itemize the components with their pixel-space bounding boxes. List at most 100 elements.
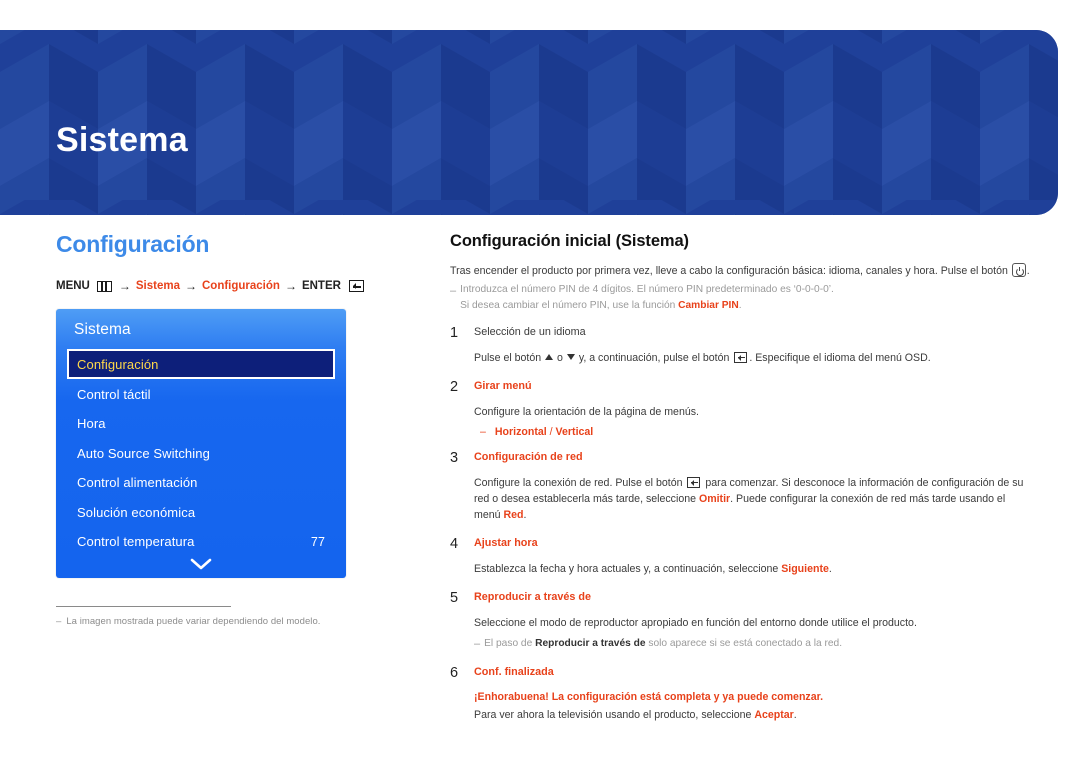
step-5: 5 Reproducir a través de Seleccione el m… [450, 590, 1030, 653]
menu-bars-icon [96, 280, 112, 292]
osd-item-label: Hora [77, 416, 106, 432]
step-number: 3 [450, 449, 459, 466]
step-2: 2 Girar menú Configure la orientación de… [450, 379, 1030, 438]
step3-bold-omitir: Omitir [698, 492, 731, 505]
step1-text-mid: o [554, 352, 566, 365]
osd-item-hora[interactable]: Hora [67, 409, 335, 439]
manual-page: Sistema Configuración MENU → Sistema → C… [0, 0, 1080, 763]
enter-key-icon [734, 352, 748, 363]
step4-text-a: Establezca la fecha y hora actuales y, a… [474, 562, 782, 575]
step3-bold-red: Red [503, 508, 524, 521]
step-number: 1 [450, 324, 459, 341]
step-heading: Reproducir a través de [474, 590, 592, 603]
osd-header: Sistema [74, 321, 131, 339]
step-4: 4 Ajustar hora Establezca la fecha y hor… [450, 536, 1030, 578]
footnote-divider [56, 606, 231, 608]
step-paragraph: Configure la conexión de red. Pulse el b… [474, 476, 1030, 524]
section-title: Configuración [56, 231, 210, 257]
step-paragraph: Establezca la fecha y hora actuales y, a… [474, 562, 1030, 578]
step-body: Conf. finalizada ¡Enhorabuena! La config… [474, 665, 1030, 724]
breadcrumb-menu-label: MENU [56, 280, 90, 293]
osd-item-label: Solución económica [77, 504, 196, 520]
step5-note-dash: ‒ [474, 637, 481, 650]
step-3: 3 Configuración de red Configure la cone… [450, 450, 1030, 524]
osd-item-control-tactil[interactable]: Control táctil [67, 379, 335, 409]
pin-note-line-1: Introduzca el número PIN de 4 dígitos. E… [460, 284, 834, 296]
page-title: Sistema [56, 121, 188, 159]
osd-item-configuracion[interactable]: Configuración [67, 349, 335, 380]
step-heading: Ajustar hora [474, 536, 538, 549]
enter-key-icon [687, 477, 701, 488]
step5-note-text: El paso de Reproducir a través de solo a… [484, 637, 842, 653]
osd-item-label: Control alimentación [77, 475, 198, 491]
footnote-dash: ‒ [56, 616, 62, 628]
left-column: Configuración MENU → Sistema → Configura… [56, 231, 406, 627]
step-paragraph: Seleccione el modo de reproductor apropi… [474, 616, 917, 629]
bullet-dash: ‒ [480, 425, 486, 438]
osd-scroll-down[interactable] [56, 558, 346, 570]
step-heading: Girar menú [474, 379, 532, 392]
pin-note-link-cambiar-pin: Cambiar PIN [678, 299, 739, 311]
step-body: Configuración de red Configure la conexi… [474, 450, 1030, 524]
pin-note-dash: ‒ [450, 285, 457, 298]
content-heading: Configuración inicial (Sistema) [450, 232, 689, 250]
option-vertical: Vertical [555, 425, 594, 438]
step-body: Girar menú Configure la orientación de l… [474, 379, 1030, 438]
osd-item-label: Auto Source Switching [77, 445, 210, 461]
step-heading: Conf. finalizada [474, 665, 554, 678]
step6-text-a: Para ver ahora la televisión usando el p… [474, 708, 755, 721]
breadcrumb-arrow-2: → [184, 279, 197, 294]
breadcrumb-item-configuracion[interactable]: Configuración [202, 280, 280, 292]
step-heading: Configuración de red [474, 450, 583, 463]
step-6: 6 Conf. finalizada ¡Enhorabuena! La conf… [450, 665, 1030, 724]
breadcrumb-enter-label: ENTER [301, 280, 341, 293]
step5-note-a: El paso de [484, 637, 536, 649]
step5-note-bold: Reproducir a través de [535, 637, 646, 649]
step4-text-b: . [828, 562, 832, 575]
step-1: 1 Selección de un idioma Pulse el botón … [450, 325, 1030, 367]
osd-item-solucion-economica[interactable]: Solución económica [67, 497, 335, 527]
option-separator: / [546, 425, 556, 438]
breadcrumb-arrow-3: → [284, 279, 297, 294]
osd-item-control-temperatura[interactable]: Control temperatura 77 [67, 527, 335, 557]
pin-note-line2-c: . [738, 299, 742, 311]
footnote: ‒ La imagen mostrada puede variar depend… [56, 616, 406, 627]
step-body: Reproducir a través de Seleccione el mod… [474, 590, 1030, 653]
step-number: 6 [450, 664, 459, 681]
power-button-icon [1011, 263, 1026, 277]
pin-note: ‒ Introduzca el número PIN de 4 dígitos.… [450, 282, 1030, 313]
osd-menu-panel: Sistema Configuración Control táctil Hor… [56, 309, 346, 579]
pin-note-body: Introduzca el número PIN de 4 dígitos. E… [460, 282, 834, 313]
bullet-group: Horizontal / Vertical [495, 426, 593, 438]
lead-text-b: . [1026, 265, 1030, 277]
lead-paragraph: Tras encender el producto por primera ve… [450, 263, 1030, 279]
lead-text-a: Tras encender el producto por primera ve… [450, 265, 1011, 277]
step-body: Ajustar hora Establezca la fecha y hora … [474, 536, 1030, 578]
pin-note-line2-a: Si desea cambiar el número PIN, use la f… [460, 299, 679, 311]
step1-text-a: Pulse el botón [474, 352, 545, 365]
footnote-text: La imagen mostrada puede variar dependie… [66, 616, 321, 628]
pin-note-line-2: Si desea cambiar el número PIN, use la f… [460, 298, 834, 313]
enter-key-icon [348, 280, 364, 293]
step-number: 5 [450, 589, 459, 606]
step5-note-b: solo aparece si se está conectado a la r… [645, 637, 843, 649]
breadcrumb-arrow-1: → [118, 279, 131, 294]
chevron-down-icon [190, 558, 212, 570]
osd-item-label: Control temperatura [77, 534, 195, 550]
osd-item-list: Configuración Control táctil Hora Auto S… [56, 349, 346, 556]
osd-item-value: 77 [310, 534, 325, 549]
breadcrumb: MENU → Sistema → Configuración → ENTER [56, 279, 406, 293]
page-banner: Sistema [0, 30, 1058, 215]
osd-item-control-alimentacion[interactable]: Control alimentación [67, 468, 335, 498]
osd-item-auto-source-switching[interactable]: Auto Source Switching [67, 438, 335, 468]
step-number: 2 [450, 378, 459, 395]
step2-options: ‒ Horizontal / Vertical [474, 426, 1030, 438]
step3-text-a: Configure la conexión de red. Pulse el b… [474, 477, 686, 490]
step-paragraph: Configure la orientación de la página de… [474, 406, 699, 419]
step6-text-b: . [793, 708, 797, 721]
step1-text-b: y, a continuación, pulse el botón [575, 352, 733, 365]
step1-text-c: . Especifique el idioma del menú OSD. [749, 352, 931, 365]
step6-congrats: ¡Enhorabuena! La configuración está comp… [474, 690, 824, 703]
step-number: 4 [450, 535, 459, 552]
breadcrumb-item-sistema[interactable]: Sistema [136, 280, 180, 292]
